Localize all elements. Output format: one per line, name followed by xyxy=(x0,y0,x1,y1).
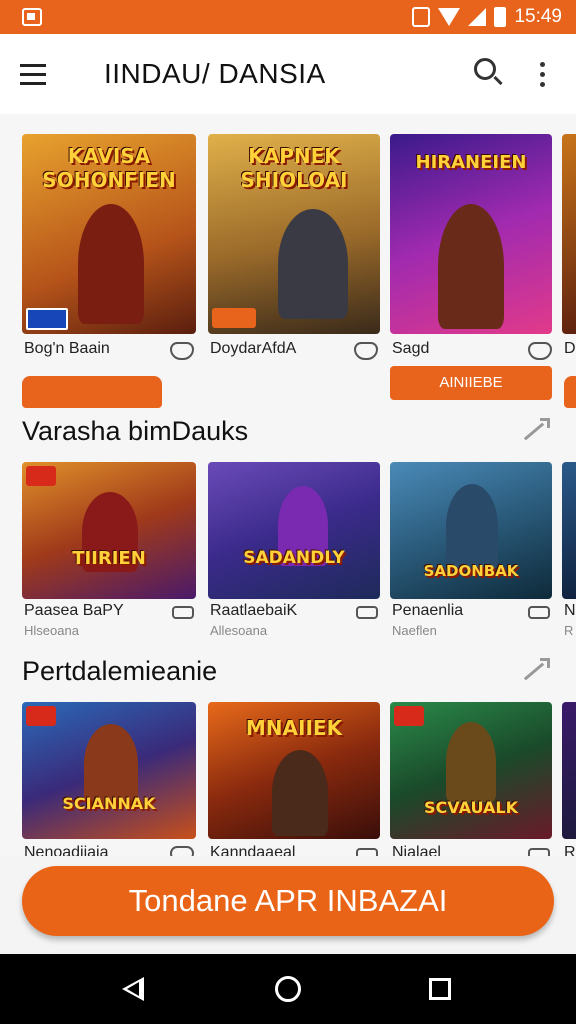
heart-icon[interactable] xyxy=(170,846,194,856)
thumbnail-title: SCIANNAK xyxy=(62,794,156,813)
trending-icon[interactable] xyxy=(520,658,550,682)
game-thumbnail[interactable]: TIIRIEN xyxy=(22,462,196,599)
featured-bar-right xyxy=(564,376,576,408)
back-icon[interactable] xyxy=(122,977,144,1001)
game-thumbnail[interactable]: SADANDLY xyxy=(208,462,380,599)
card-label: Kanndaaeal xyxy=(210,844,296,856)
thumbnail-title: SCVAUALK xyxy=(424,798,518,817)
home-icon[interactable] xyxy=(275,976,301,1002)
card-subtitle: R xyxy=(564,623,574,638)
thumbnail-title: SADANDLY xyxy=(243,548,345,568)
game-thumbnail[interactable]: KAPNEK SHIOLOAI xyxy=(208,134,380,334)
section-title: Varasha bimDauks xyxy=(22,416,249,446)
featured-bar-left xyxy=(22,376,162,408)
more-vert-icon[interactable] xyxy=(522,54,562,94)
system-nav-bar xyxy=(0,954,576,1024)
section-row: SCIANNAK Nenoadiiaia MNAIIEK Kanndaaeal … xyxy=(0,702,576,856)
toggle-icon[interactable] xyxy=(528,848,550,856)
trending-icon[interactable] xyxy=(520,418,550,442)
featured-card[interactable]: KAVISA SOHONFIEN Bog'n Baain xyxy=(22,134,196,374)
status-icons: 15:49 xyxy=(412,6,562,28)
cta-container: Tondane APR INBAZAI xyxy=(0,856,576,954)
heart-icon[interactable] xyxy=(170,342,194,360)
featured-card[interactable]: D xyxy=(562,134,576,374)
status-time: 15:49 xyxy=(514,6,562,27)
game-thumbnail[interactable] xyxy=(562,462,576,599)
heart-icon[interactable] xyxy=(354,342,378,360)
card-label: Sagd xyxy=(392,340,430,357)
game-thumbnail[interactable]: SCIANNAK xyxy=(22,702,196,839)
notification-image-icon xyxy=(22,8,42,26)
section-row: TIIRIEN Paasea BaPY Hlseoana SADANDLY Ra… xyxy=(0,462,576,642)
card-label: N xyxy=(564,602,576,619)
card-subtitle: Naeflen xyxy=(392,623,437,638)
card-label: Paasea BaPY xyxy=(24,602,124,619)
card-label: D xyxy=(564,340,576,357)
toggle-icon[interactable] xyxy=(356,848,378,856)
search-icon[interactable] xyxy=(468,54,508,94)
thumbnail-title: KAPNEK SHIOLOAI xyxy=(240,144,348,192)
toggle-icon[interactable] xyxy=(528,606,550,619)
featured-action-button[interactable]: AINIIEBE xyxy=(390,366,552,400)
thumbnail-title: HIRANEIEN xyxy=(415,152,527,173)
section-title: Pertdalemieanie xyxy=(22,656,218,686)
toggle-icon[interactable] xyxy=(172,606,194,619)
toggle-icon[interactable] xyxy=(356,606,378,619)
signal-icon xyxy=(468,8,487,26)
card-subtitle: Hlseoana xyxy=(24,623,79,638)
card-label: Penaenlia xyxy=(392,602,464,619)
featured-card[interactable]: HIRANEIEN Sagd xyxy=(390,134,552,374)
vibrate-icon xyxy=(412,7,431,27)
recents-icon[interactable] xyxy=(429,978,451,1000)
card-label: Ri xyxy=(564,844,576,856)
thumbnail-title: KAVISA SOHONFIEN xyxy=(42,144,176,192)
card-label: Bog'n Baain xyxy=(24,340,110,357)
thumbnail-title: TIIRIEN xyxy=(72,548,146,569)
featured-card[interactable]: KAPNEK SHIOLOAI DoydarAfdA xyxy=(208,134,380,374)
featured-row: KAVISA SOHONFIEN Bog'n Baain KAPNEK SHIO… xyxy=(0,134,576,408)
thumbnail-title: MNAIIEK xyxy=(245,716,343,740)
game-thumbnail[interactable] xyxy=(562,702,576,839)
card-subtitle: Allesoana xyxy=(210,623,268,638)
app-screen: 15:49 IINDAU/ DANSIA KAVISA SOHONFIEN Bo… xyxy=(0,0,576,1024)
app-bar: IINDAU/ DANSIA xyxy=(0,34,576,114)
wifi-icon xyxy=(438,8,461,26)
game-thumbnail[interactable]: SCVAUALK xyxy=(390,702,552,839)
app-title: IINDAU/ DANSIA xyxy=(104,58,326,89)
game-thumbnail[interactable]: HIRANEIEN xyxy=(390,134,552,334)
game-thumbnail[interactable]: SADONBAK xyxy=(390,462,552,599)
card-label: Nenoadiiaia xyxy=(24,844,109,856)
status-bar: 15:49 xyxy=(0,0,576,34)
game-thumbnail[interactable]: KAVISA SOHONFIEN xyxy=(22,134,196,334)
thumbnail-title: SADONBAK xyxy=(423,562,519,580)
install-app-button[interactable]: Tondane APR INBAZAI xyxy=(22,866,554,936)
game-thumbnail[interactable]: MNAIIEK xyxy=(208,702,380,839)
battery-icon xyxy=(494,7,507,27)
card-label: DoydarAfdA xyxy=(210,340,297,357)
card-label: Nialael xyxy=(392,844,441,856)
card-label: RaatlaebaiK xyxy=(210,602,298,619)
heart-icon[interactable] xyxy=(528,342,552,360)
game-thumbnail[interactable] xyxy=(562,134,576,334)
menu-icon[interactable] xyxy=(20,54,60,94)
content-scroll[interactable]: KAVISA SOHONFIEN Bog'n Baain KAPNEK SHIO… xyxy=(0,114,576,856)
